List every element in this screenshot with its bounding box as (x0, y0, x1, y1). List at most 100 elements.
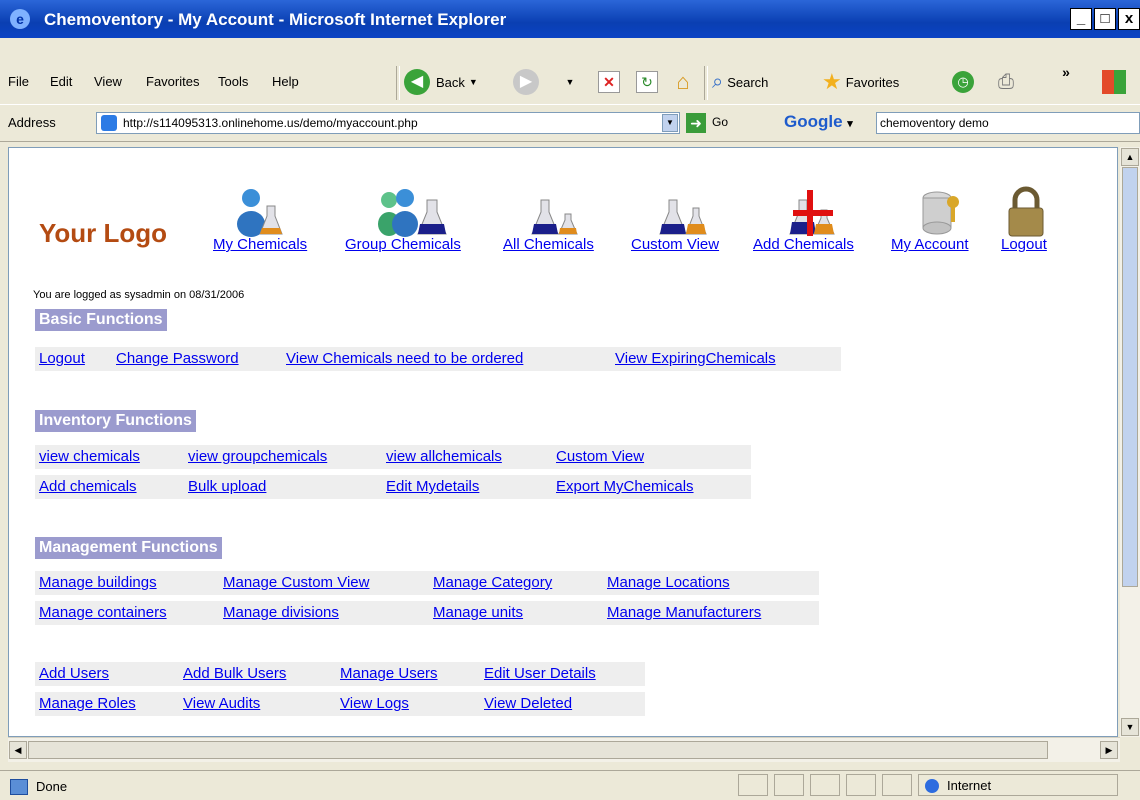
globe-icon (925, 779, 939, 793)
link-manage-units[interactable]: Manage units (433, 604, 523, 621)
link-bulk-upload[interactable]: Bulk upload (188, 478, 266, 495)
toolbar-separator (704, 66, 708, 100)
menu-edit[interactable]: Edit (50, 74, 72, 89)
link-add-bulk-users[interactable]: Add Bulk Users (183, 665, 286, 682)
google-toolbar-button[interactable]: Google ▾ (784, 112, 853, 132)
star-icon: ★ (822, 69, 842, 94)
windows-flag-icon (1102, 70, 1126, 94)
go-arrow-icon[interactable]: ➜ (686, 113, 706, 133)
link-manage-containers[interactable]: Manage containers (39, 604, 167, 621)
status-panel (774, 774, 804, 796)
link-view-expiring-chemicals[interactable]: View ExpiringChemicals (615, 350, 776, 367)
users-row-1: Add Users Add Bulk Users Manage Users Ed… (35, 662, 645, 686)
toolbar-separator (396, 66, 400, 100)
section-inventory-functions: Inventory Functions (35, 410, 196, 432)
link-view-logs[interactable]: View Logs (340, 695, 409, 712)
menu-help[interactable]: Help (272, 74, 299, 89)
nav-logout[interactable]: Logout (1001, 236, 1047, 253)
scroll-down-icon[interactable]: ▼ (1121, 718, 1139, 736)
forward-dropdown-icon[interactable]: ▼ (560, 68, 580, 96)
close-button[interactable]: x (1118, 8, 1140, 30)
nav-all-chemicals[interactable]: All Chemicals (503, 236, 594, 253)
forward-arrow-icon: ▶ (513, 69, 539, 95)
ie-app-icon[interactable]: e (10, 9, 30, 29)
users-row-2: Manage Roles View Audits View Logs View … (35, 692, 645, 716)
minimize-button[interactable]: _ (1070, 8, 1092, 30)
link-logout[interactable]: Logout (39, 350, 85, 367)
inventory-row-1: view chemicals view groupchemicals view … (35, 445, 751, 469)
link-manage-manufacturers[interactable]: Manage Manufacturers (607, 604, 761, 621)
scroll-up-icon[interactable]: ▲ (1121, 148, 1139, 166)
link-edit-mydetails[interactable]: Edit Mydetails (386, 478, 479, 495)
menu-favorites[interactable]: Favorites (146, 74, 199, 89)
address-label: Address (8, 115, 56, 130)
link-export-mychemicals[interactable]: Export MyChemicals (556, 478, 694, 495)
menu-tools[interactable]: Tools (218, 74, 248, 89)
management-row-1: Manage buildings Manage Custom View Mana… (35, 571, 819, 595)
nav-custom-view[interactable]: Custom View (631, 236, 719, 253)
favorites-button[interactable]: ★ Favorites (822, 68, 940, 96)
flasks-custom-icon[interactable] (659, 186, 709, 238)
nav-my-chemicals[interactable]: My Chemicals (213, 236, 307, 253)
forward-button[interactable]: ▶ (506, 68, 546, 96)
horizontal-scrollbar[interactable]: ◀ ▶ (8, 737, 1120, 762)
nav-add-chemicals[interactable]: Add Chemicals (753, 236, 854, 253)
link-add-chemicals[interactable]: Add chemicals (39, 478, 137, 495)
link-manage-roles[interactable]: Manage Roles (39, 695, 136, 712)
link-view-chemicals[interactable]: view chemicals (39, 448, 140, 465)
user-flask-icon[interactable] (235, 186, 285, 238)
print-button[interactable]: ⎙ (986, 68, 1026, 96)
inventory-row-2: Add chemicals Bulk upload Edit Mydetails… (35, 475, 751, 499)
link-view-audits[interactable]: View Audits (183, 695, 260, 712)
link-view-deleted[interactable]: View Deleted (484, 695, 572, 712)
nav-my-account[interactable]: My Account (891, 236, 969, 253)
horizontal-scroll-thumb[interactable] (28, 741, 1048, 759)
database-key-icon[interactable] (917, 186, 967, 238)
scroll-right-icon[interactable]: ▶ (1100, 741, 1118, 759)
maximize-button[interactable]: □ (1094, 8, 1116, 30)
toolbar-overflow-button[interactable]: » (1056, 58, 1076, 86)
link-manage-users[interactable]: Manage Users (340, 665, 438, 682)
refresh-button[interactable]: ↻ (634, 68, 660, 96)
google-search-input[interactable]: chemoventory demo (876, 112, 1140, 134)
padlock-icon[interactable] (1001, 186, 1051, 238)
home-button[interactable]: ⌂ (668, 68, 698, 96)
link-manage-custom-view[interactable]: Manage Custom View (223, 574, 369, 591)
status-text: Done (36, 779, 68, 794)
link-change-password[interactable]: Change Password (116, 350, 239, 367)
group-flask-icon[interactable] (377, 186, 447, 238)
link-custom-view[interactable]: Custom View (556, 448, 644, 465)
add-flask-icon[interactable] (789, 186, 839, 238)
search-button[interactable]: ⌕ Search (712, 68, 816, 96)
scroll-left-icon[interactable]: ◀ (9, 741, 27, 759)
history-button[interactable]: ◷ (948, 68, 978, 96)
nav-group-chemicals[interactable]: Group Chemicals (345, 236, 461, 253)
section-management-functions: Management Functions (35, 537, 222, 559)
address-dropdown-icon[interactable]: ▼ (662, 114, 678, 132)
address-url: http://s114095313.onlinehome.us/demo/mya… (123, 116, 418, 130)
stop-button[interactable]: ✕ (596, 68, 622, 96)
link-edit-user-details[interactable]: Edit User Details (484, 665, 596, 682)
link-add-users[interactable]: Add Users (39, 665, 109, 682)
status-panel (846, 774, 876, 796)
menu-view[interactable]: View (94, 74, 122, 89)
history-icon: ◷ (952, 71, 974, 93)
address-input[interactable]: http://s114095313.onlinehome.us/demo/mya… (96, 112, 680, 134)
back-button[interactable]: ◀ Back ▼ (404, 68, 494, 96)
flasks-icon[interactable] (531, 186, 581, 238)
search-label: Search (727, 74, 769, 90)
link-manage-locations[interactable]: Manage Locations (607, 574, 730, 591)
link-view-allchemicals[interactable]: view allchemicals (386, 448, 502, 465)
vertical-scrollbar[interactable]: ▲ ▼ (1120, 147, 1140, 737)
go-button[interactable]: Go (712, 115, 728, 129)
site-logo: Your Logo (39, 218, 168, 248)
stop-icon: ✕ (598, 71, 620, 93)
link-manage-buildings[interactable]: Manage buildings (39, 574, 157, 591)
zone-label: Internet (947, 778, 992, 793)
link-manage-divisions[interactable]: Manage divisions (223, 604, 339, 621)
link-view-groupchemicals[interactable]: view groupchemicals (188, 448, 327, 465)
menu-file[interactable]: File (8, 74, 29, 89)
link-view-chemicals-to-order[interactable]: View Chemicals need to be ordered (286, 350, 523, 367)
link-manage-category[interactable]: Manage Category (433, 574, 552, 591)
vertical-scroll-thumb[interactable] (1122, 167, 1138, 587)
